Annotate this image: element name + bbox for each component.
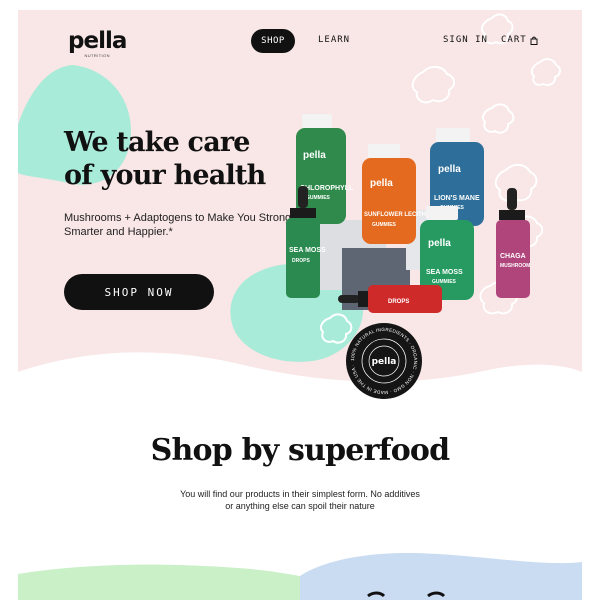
product-brand: pella [303, 150, 326, 161]
badge-logo: pella [372, 357, 397, 367]
nav-learn-link[interactable]: LEARN [318, 35, 350, 45]
product-name: SUNFLOWER LECITHIN [364, 212, 432, 218]
product-brand: pella [438, 164, 461, 175]
section-subtitle: You will find our products in their simp… [180, 489, 420, 511]
product-type: DROPS [292, 258, 310, 264]
product-brand: pella [428, 238, 451, 249]
bag-icon [530, 36, 538, 45]
hero-title-line-2: of your health [64, 160, 266, 191]
product-type: DROPS [388, 299, 409, 305]
certification-badge: 100% NATURAL INGREDIENTS · ORGANIC · NON… [345, 322, 422, 399]
nav-sign-in-link[interactable]: SIGN IN [443, 35, 488, 45]
product-name: LION'S MANE [434, 195, 480, 202]
logo-wordmark: pella [68, 28, 127, 54]
product-type: MUSHROOM [500, 263, 530, 269]
shop-now-button[interactable]: SHOP NOW [64, 274, 214, 310]
section-title: Shop by superfood [150, 433, 450, 468]
cart-label: CART [501, 35, 527, 45]
nav-cart-link[interactable]: CART [501, 35, 538, 45]
product-chaga-drops[interactable]: CHAGA MUSHROOM [496, 188, 530, 298]
nav-shop-button[interactable]: SHOP [251, 29, 295, 53]
product-type: GUMMIES [432, 279, 457, 285]
hero-title-line-1: We take care [64, 127, 251, 158]
product-type: GUMMIES [372, 222, 397, 228]
category-tiles-preview [18, 552, 582, 600]
product-name: SEA MOSS [426, 269, 463, 276]
logo-tagline: NUTRITION [84, 53, 110, 58]
page: pella NUTRITION SHOP LEARN SIGN IN CART … [0, 0, 600, 600]
product-brand: pella [370, 178, 393, 189]
product-name: SEA MOSS [289, 247, 326, 254]
brand-logo[interactable]: pella NUTRITION [68, 28, 127, 59]
product-group-image: pella CHLOROPHYLL GUMMIES pella LION'S M… [286, 114, 530, 313]
product-name: CHAGA [500, 253, 526, 260]
product-type: GUMMIES [306, 195, 331, 201]
product-name: CHLOROPHYLL [300, 185, 354, 192]
